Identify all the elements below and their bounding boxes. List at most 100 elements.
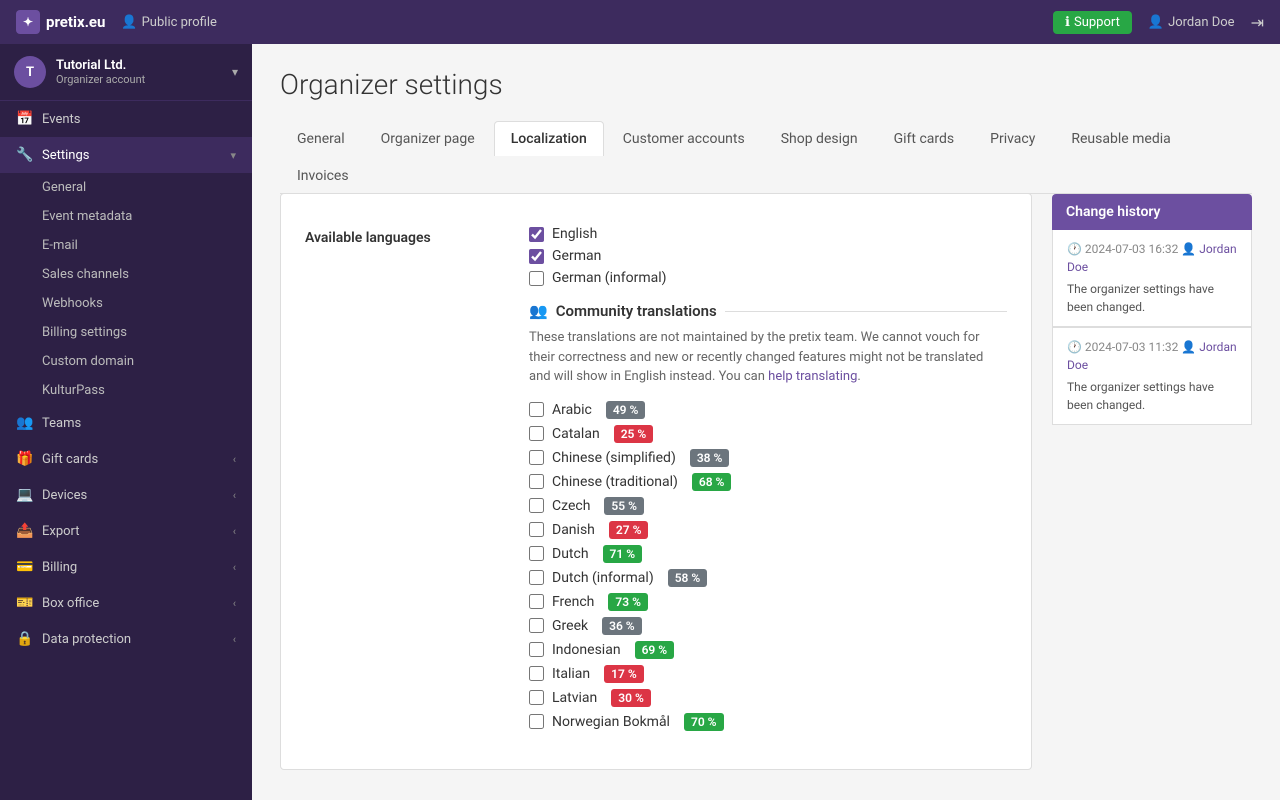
- lang-de-informal-row: German (informal): [529, 270, 1007, 286]
- events-icon: 📅: [16, 111, 32, 127]
- tab-shop-design[interactable]: Shop design: [764, 121, 875, 156]
- devices-caret-icon: ‹: [233, 489, 236, 502]
- logout-button[interactable]: ⇥: [1251, 13, 1264, 32]
- history-user: 👤 Jordan Doe: [1067, 340, 1237, 372]
- tab-invoices[interactable]: Invoices: [280, 158, 366, 193]
- lang-zh-hant-badge: 68 %: [692, 473, 732, 491]
- lang-cs-checkbox[interactable]: [529, 498, 544, 513]
- history-user: 👤 Jordan Doe: [1067, 242, 1237, 274]
- sidebar-sub-webhooks[interactable]: Webhooks: [0, 289, 252, 318]
- tab-customer-accounts[interactable]: Customer accounts: [606, 121, 762, 156]
- available-languages-row: Available languages English German: [305, 214, 1007, 749]
- sidebar-item-label: Settings: [42, 148, 220, 163]
- lang-de-informal-label: German (informal): [552, 270, 667, 286]
- lang-nl-label: Dutch: [552, 546, 589, 562]
- sidebar-sub-kulturpass[interactable]: KulturPass: [0, 376, 252, 405]
- lang-da-checkbox[interactable]: [529, 522, 544, 537]
- sidebar-item-events[interactable]: 📅 Events: [0, 101, 252, 137]
- tab-privacy[interactable]: Privacy: [973, 121, 1052, 156]
- lang-id-checkbox[interactable]: [529, 642, 544, 657]
- lang-lv-badge: 30 %: [611, 689, 651, 707]
- tab-gift-cards[interactable]: Gift cards: [877, 121, 972, 156]
- lang-el-checkbox[interactable]: [529, 618, 544, 633]
- billing-caret-icon: ‹: [233, 561, 236, 574]
- sidebar-sub-event-metadata[interactable]: Event metadata: [0, 202, 252, 231]
- tab-organizer-page[interactable]: Organizer page: [364, 121, 492, 156]
- sidebar-sub-sales-channels[interactable]: Sales channels: [0, 260, 252, 289]
- sidebar-item-data-protection[interactable]: 🔒 Data protection ‹: [0, 621, 252, 657]
- teams-icon: 👥: [16, 415, 32, 431]
- public-profile-link[interactable]: 👤 Public profile: [121, 15, 216, 30]
- sidebar-item-settings[interactable]: 🔧 Settings ▾: [0, 137, 252, 173]
- lang-id-label: Indonesian: [552, 642, 621, 658]
- settings-caret-icon: ▾: [230, 149, 236, 162]
- sidebar-item-label: Events: [42, 112, 236, 127]
- lang-fr-row: French73 %: [529, 593, 1007, 611]
- sidebar-item-box-office[interactable]: 🎫 Box office ‹: [0, 585, 252, 621]
- lang-zh-hans-checkbox[interactable]: [529, 450, 544, 465]
- lang-zh-hans-badge: 38 %: [690, 449, 730, 467]
- settings-card: Available languages English German: [280, 193, 1032, 770]
- lang-de-checkbox[interactable]: [529, 249, 544, 264]
- lang-nb-checkbox[interactable]: [529, 714, 544, 729]
- sidebar-item-teams[interactable]: 👥 Teams: [0, 405, 252, 441]
- devices-icon: 💻: [16, 487, 32, 503]
- lang-nl-informal-row: Dutch (informal)58 %: [529, 569, 1007, 587]
- main-layout: T Tutorial Ltd. Organizer account ▾ 📅 Ev…: [0, 44, 1280, 800]
- sidebar-sub-general[interactable]: General: [0, 173, 252, 202]
- lang-lv-checkbox[interactable]: [529, 690, 544, 705]
- lang-nl-informal-checkbox[interactable]: [529, 570, 544, 585]
- sidebar-item-label: Gift cards: [42, 452, 223, 467]
- logo-text: pretix.eu: [46, 13, 105, 31]
- lang-nl-informal-badge: 58 %: [668, 569, 708, 587]
- lang-cs-badge: 55 %: [604, 497, 644, 515]
- tab-localization[interactable]: Localization: [494, 121, 604, 156]
- lang-ar-badge: 49 %: [606, 401, 646, 419]
- change-history-header: Change history: [1052, 194, 1252, 230]
- box-office-icon: 🎫: [16, 595, 32, 611]
- lang-zh-hans-label: Chinese (simplified): [552, 450, 676, 466]
- lang-nl-checkbox[interactable]: [529, 546, 544, 561]
- topnav: ✦ pretix.eu 👤 Public profile ℹ Support 👤…: [0, 0, 1280, 44]
- history-entry: 🕐 2024-07-03 11:32 👤 Jordan Doe The orga…: [1052, 327, 1252, 425]
- lang-en-checkbox[interactable]: [529, 227, 544, 242]
- lang-zh-hant-checkbox[interactable]: [529, 474, 544, 489]
- lang-el-badge: 36 %: [602, 617, 642, 635]
- support-button[interactable]: ℹ Support: [1053, 11, 1132, 34]
- lang-da-row: Danish 27 %: [529, 521, 1007, 539]
- sidebar-sub-custom-domain[interactable]: Custom domain: [0, 347, 252, 376]
- lang-de-informal-checkbox[interactable]: [529, 271, 544, 286]
- lang-fr-checkbox[interactable]: [529, 594, 544, 609]
- lang-da-badge: 27 %: [609, 521, 649, 539]
- org-sub: Organizer account: [56, 73, 222, 86]
- sidebar-item-label: Devices: [42, 488, 223, 503]
- lang-lv-row: Latvian30 %: [529, 689, 1007, 707]
- user-icon: 👤: [1148, 15, 1164, 30]
- sidebar-sub-billing-settings[interactable]: Billing settings: [0, 318, 252, 347]
- lang-it-badge: 17 %: [604, 665, 644, 683]
- lang-en-row: English: [529, 226, 1007, 242]
- org-switcher[interactable]: T Tutorial Ltd. Organizer account ▾: [0, 44, 252, 101]
- sidebar-item-devices[interactable]: 💻 Devices ‹: [0, 477, 252, 513]
- lang-da-label: Danish: [552, 522, 595, 538]
- tab-reusable-media[interactable]: Reusable media: [1054, 121, 1187, 156]
- sidebar-sub-email[interactable]: E-mail: [0, 231, 252, 260]
- help-translating-link[interactable]: help translating: [768, 369, 857, 384]
- community-divider: [725, 311, 1007, 312]
- sidebar-item-export[interactable]: 📤 Export ‹: [0, 513, 252, 549]
- sidebar-item-gift-cards[interactable]: 🎁 Gift cards ‹: [0, 441, 252, 477]
- lang-ar-checkbox[interactable]: [529, 402, 544, 417]
- billing-icon: 💳: [16, 559, 32, 575]
- lang-nb-label: Norwegian Bokmål: [552, 714, 670, 730]
- user-menu[interactable]: 👤 Jordan Doe: [1148, 15, 1235, 30]
- history-meta: 🕐 2024-07-03 11:32 👤 Jordan Doe: [1067, 338, 1237, 374]
- org-name: Tutorial Ltd.: [56, 58, 222, 73]
- export-icon: 📤: [16, 523, 32, 539]
- lang-ca-checkbox[interactable]: [529, 426, 544, 441]
- logo[interactable]: ✦ pretix.eu: [16, 10, 105, 34]
- available-languages-content: English German German (informal): [529, 226, 1007, 737]
- lang-id-badge: 69 %: [635, 641, 675, 659]
- sidebar-item-billing[interactable]: 💳 Billing ‹: [0, 549, 252, 585]
- tab-general[interactable]: General: [280, 121, 362, 156]
- lang-it-checkbox[interactable]: [529, 666, 544, 681]
